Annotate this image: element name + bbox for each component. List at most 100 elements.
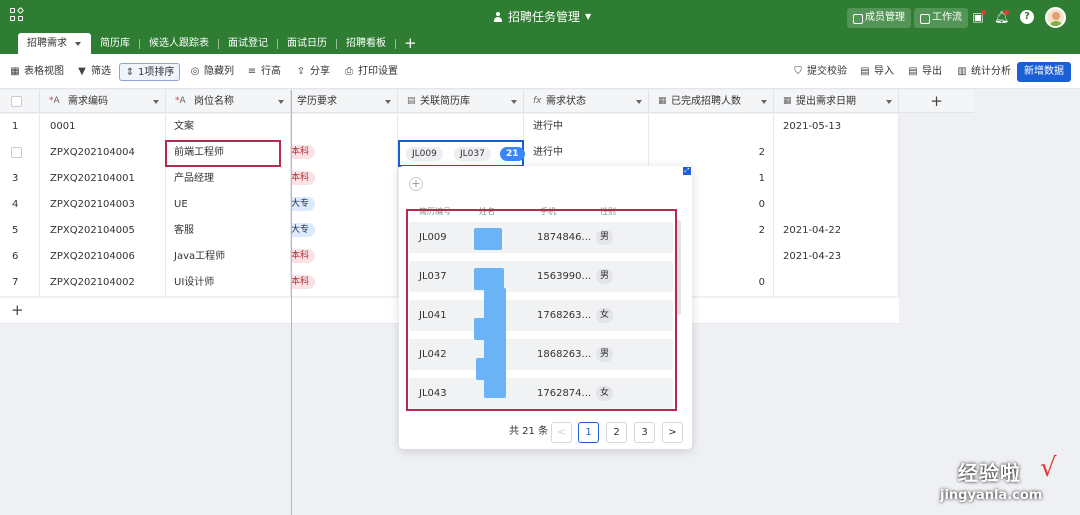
cell-edu[interactable]: 大专	[291, 218, 398, 244]
column-header[interactable]: *A 需求编码	[40, 90, 166, 113]
members-button[interactable]: 成员管理	[847, 8, 911, 28]
new-data-button[interactable]: 新增数据	[1017, 62, 1071, 82]
stats-button[interactable]: ▥ 统计分析	[957, 63, 1011, 81]
cell-code[interactable]: ZPXQ202104004	[40, 140, 166, 166]
chevron-down-icon[interactable]	[761, 100, 767, 104]
cell-post[interactable]: UE	[166, 192, 291, 218]
chevron-down-icon[interactable]	[278, 100, 284, 104]
page-button-2[interactable]: 2	[606, 422, 627, 443]
cell-code[interactable]: ZPXQ202104006	[40, 244, 166, 270]
column-header[interactable]: fx 需求状态	[524, 90, 649, 113]
apps-icon[interactable]	[10, 6, 25, 22]
tab-recruit-board[interactable]: 招聘看板	[337, 33, 395, 54]
hide-columns-button[interactable]: ◎ 隐藏列	[190, 63, 234, 81]
cell-date[interactable]	[774, 270, 899, 296]
cell-edu[interactable]: 本科	[291, 270, 398, 296]
page-button-1[interactable]: 1	[578, 422, 599, 443]
freeze-divider[interactable]	[291, 90, 292, 515]
cell-linked[interactable]	[398, 114, 524, 140]
cell-edu[interactable]: 本科	[291, 244, 398, 270]
prev-page-button[interactable]: <	[551, 422, 572, 443]
chevron-down-icon[interactable]	[886, 100, 892, 104]
linked-count-badge[interactable]: 21	[500, 147, 525, 161]
chevron-down-icon[interactable]	[153, 100, 159, 104]
add-column-button[interactable]: +	[899, 90, 974, 113]
cell-date[interactable]: 2021-04-22	[774, 218, 899, 244]
tab-resume-library[interactable]: 简历库	[91, 33, 139, 54]
page-button-3[interactable]: 3	[634, 422, 655, 443]
filter-button[interactable]: ▼ 筛选	[77, 63, 111, 81]
avatar[interactable]	[1045, 7, 1066, 28]
cell-status[interactable]: 进行中	[524, 140, 649, 166]
share-button[interactable]: ⇪ 分享	[296, 63, 330, 81]
cell-post[interactable]: UI设计师	[166, 270, 291, 296]
tab-interview-register[interactable]: 面试登记	[219, 33, 277, 54]
cell-post[interactable]: 产品经理	[166, 166, 291, 192]
add-record-button[interactable]: +	[409, 177, 423, 191]
help-icon[interactable]: ?	[1020, 10, 1034, 24]
cell-post[interactable]: Java工程师	[166, 244, 291, 270]
column-label: 提出需求日期	[796, 96, 856, 107]
chevron-down-icon[interactable]	[636, 100, 642, 104]
row-index[interactable]	[0, 140, 40, 166]
cell-done[interactable]	[649, 114, 774, 140]
row-index[interactable]: 1	[0, 114, 40, 140]
sort-label: 1项排序	[138, 67, 175, 78]
cell-date[interactable]	[774, 166, 899, 192]
sort-button[interactable]: ⇕ 1项排序	[119, 63, 181, 81]
cell-date[interactable]	[774, 140, 899, 166]
chevron-down-icon[interactable]	[511, 100, 517, 104]
tab-candidate-tracking[interactable]: 候选人跟踪表	[140, 33, 218, 54]
linked-tag[interactable]: JL009	[406, 147, 443, 161]
tab-interview-calendar[interactable]: 面试日历	[278, 33, 336, 54]
tab-recruit-demand[interactable]: 招聘需求	[18, 33, 91, 54]
column-header[interactable]: ▤ 关联简历库	[398, 90, 524, 113]
row-index[interactable]: 6	[0, 244, 40, 270]
column-header[interactable]: 学历要求	[291, 90, 398, 113]
expand-icon[interactable]: ⤢	[683, 167, 691, 175]
cell-date[interactable]: 2021-05-13	[774, 114, 899, 140]
table-view-button[interactable]: ▦ 表格视图	[10, 63, 64, 81]
column-header[interactable]: *A 岗位名称	[166, 90, 291, 113]
column-header[interactable]: ▦ 已完成招聘人数	[649, 90, 774, 113]
cell-post[interactable]: 文案	[166, 114, 291, 140]
add-tab-button[interactable]: +	[396, 33, 425, 54]
cell-edu[interactable]: 本科	[291, 140, 398, 166]
cell-done[interactable]: 2	[649, 140, 774, 166]
row-index[interactable]: 7	[0, 270, 40, 296]
cell-edu[interactable]: 大专	[291, 192, 398, 218]
row-index[interactable]: 5	[0, 218, 40, 244]
chevron-down-icon[interactable]	[385, 100, 391, 104]
cell-date-text: 2021-05-13	[783, 121, 842, 132]
select-all-checkbox[interactable]	[11, 96, 22, 107]
cell-code[interactable]: ZPXQ202104001	[40, 166, 166, 192]
table-row[interactable]: 1 0001 文案 进行中 2021-05-13	[0, 114, 899, 140]
cell-date[interactable]	[774, 192, 899, 218]
app-title[interactable]: 招聘任务管理 ▼	[493, 8, 591, 25]
row-checkbox[interactable]	[11, 147, 22, 158]
linked-resume-cell[interactable]: JL009 JL037 21	[398, 140, 525, 167]
formula-icon: fx	[533, 96, 542, 106]
add-row-button[interactable]: +	[11, 301, 24, 319]
row-index[interactable]: 3	[0, 166, 40, 192]
cell-status[interactable]: 进行中	[524, 114, 649, 140]
column-header[interactable]: ▦ 提出需求日期	[774, 90, 899, 113]
workflow-button[interactable]: 工作流	[914, 8, 968, 28]
row-height-button[interactable]: ≡ 行高	[247, 63, 281, 81]
cell-post-text: Java工程师	[174, 251, 226, 262]
cell-edu[interactable]	[291, 114, 398, 140]
print-button[interactable]: ⎙ 打印设置	[344, 63, 398, 81]
cell-code[interactable]: ZPXQ202104005	[40, 218, 166, 244]
cell-edu[interactable]: 本科	[291, 166, 398, 192]
next-page-button[interactable]: >	[662, 422, 683, 443]
cell-code[interactable]: 0001	[40, 114, 166, 140]
submit-check-button[interactable]: ⛉ 提交校验	[793, 63, 847, 81]
export-button[interactable]: ▤ 导出	[908, 63, 942, 81]
cell-code[interactable]: ZPXQ202104003	[40, 192, 166, 218]
row-index[interactable]: 4	[0, 192, 40, 218]
cell-post[interactable]: 客服	[166, 218, 291, 244]
cell-code[interactable]: ZPXQ202104002	[40, 270, 166, 296]
linked-tag[interactable]: JL037	[454, 147, 491, 161]
cell-date[interactable]: 2021-04-23	[774, 244, 899, 270]
import-button[interactable]: ▤ 导入	[860, 63, 894, 81]
